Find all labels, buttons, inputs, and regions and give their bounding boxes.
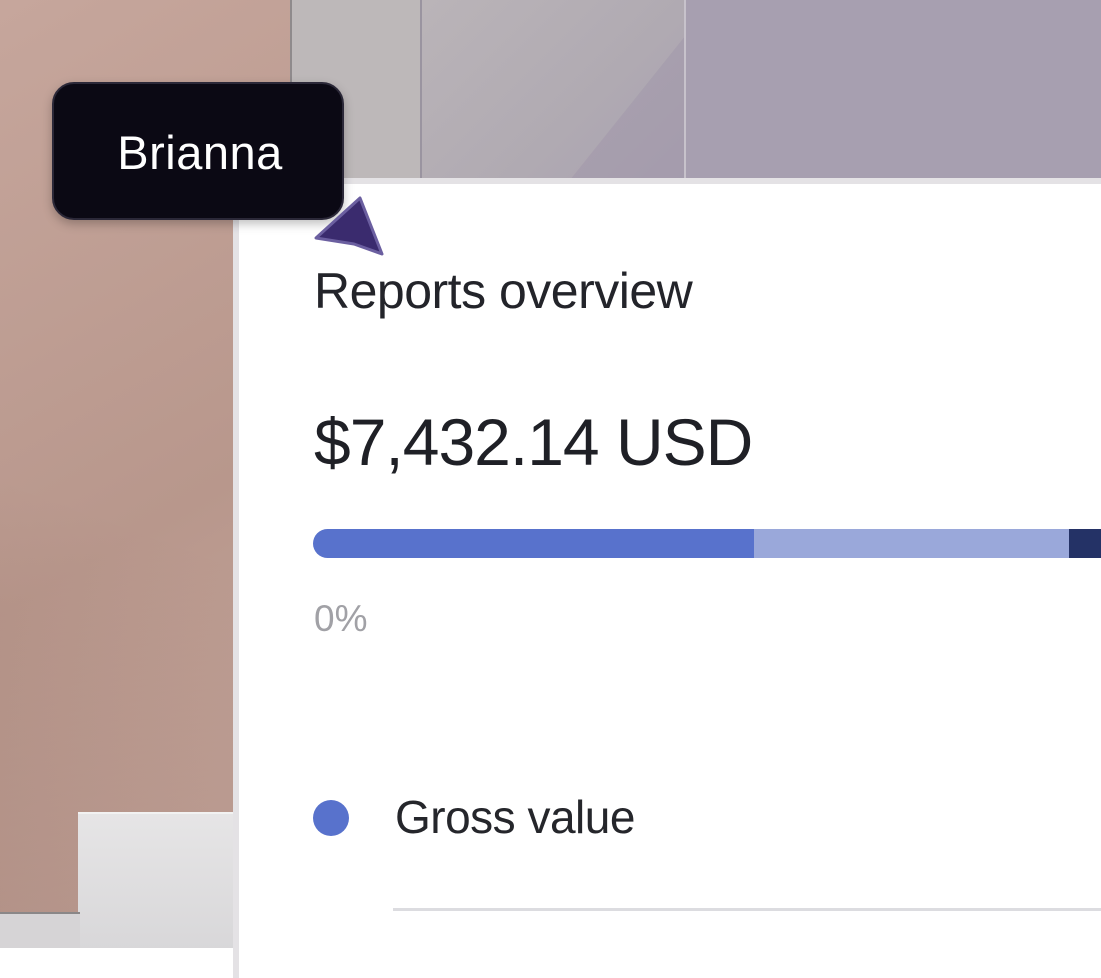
progress-start-label: 0% xyxy=(314,598,368,639)
background-panel xyxy=(420,0,686,185)
total-amount: $7,432.14 USD xyxy=(314,405,753,479)
legend-divider xyxy=(393,908,1101,911)
legend-label: Gross value xyxy=(395,791,635,843)
legend-dot-icon xyxy=(313,800,349,836)
background-panel xyxy=(684,0,1101,185)
background-block xyxy=(78,812,248,948)
progress-segment-gross-value xyxy=(313,529,754,558)
collaborator-name: Brianna xyxy=(117,126,283,179)
legend-item-gross-value[interactable]: Gross value xyxy=(313,790,1101,850)
background-strip xyxy=(0,912,80,948)
progress-bar xyxy=(313,529,1101,558)
cursor-pointer-icon xyxy=(314,196,384,256)
progress-segment-3 xyxy=(1069,529,1101,558)
progress-segment-2 xyxy=(754,529,1069,558)
collaborator-name-tag: Brianna xyxy=(52,82,344,220)
